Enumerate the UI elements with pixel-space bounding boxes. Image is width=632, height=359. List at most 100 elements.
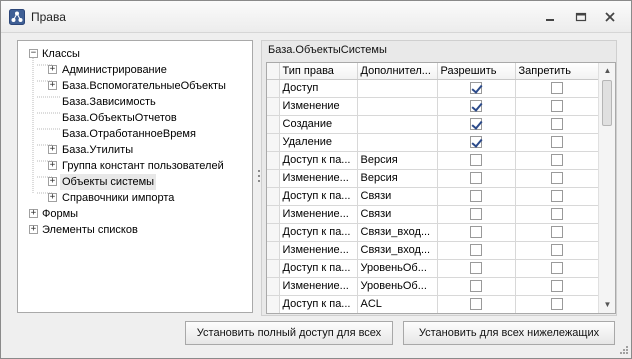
grid-row[interactable]: Изменение... УровеньОб... (267, 277, 600, 296)
deny-checkbox[interactable] (551, 136, 563, 149)
cell-right-type[interactable]: Изменение... (279, 169, 358, 188)
row-header[interactable] (267, 133, 280, 152)
grid-row[interactable]: Изменение... Связи (267, 205, 600, 224)
column-header-type[interactable]: Тип права (279, 63, 358, 80)
tree-node[interactable]: + Справочники импорта (18, 190, 252, 206)
row-header[interactable] (267, 115, 280, 134)
set-for-all-below-button[interactable]: Установить для всех нижележащих (403, 321, 615, 345)
row-header[interactable] (267, 259, 280, 278)
cell-right-type[interactable]: Изменение... (279, 277, 358, 296)
tree-node[interactable]: + Группа констант пользователей (18, 158, 252, 174)
tree-node[interactable]: + База.ВспомогательныеОбъекты (18, 78, 252, 94)
maximize-icon[interactable] (572, 8, 590, 26)
cell-right-type[interactable]: Создание (279, 115, 358, 134)
row-header[interactable] (267, 169, 280, 188)
grid-row[interactable]: Доступ к па... Версия (267, 151, 600, 170)
column-header-deny[interactable]: Запретить (515, 63, 600, 80)
cell-right-type[interactable]: Доступ к па... (279, 187, 358, 206)
cell-right-type[interactable]: Доступ к па... (279, 259, 358, 278)
cell-extra[interactable]: Версия (357, 169, 438, 188)
allow-checkbox[interactable] (470, 244, 482, 257)
grid-row[interactable]: Доступ к па... ACL (267, 295, 600, 313)
grid-row[interactable]: Изменение... Версия (267, 169, 600, 188)
deny-checkbox[interactable] (551, 82, 563, 95)
cell-extra[interactable] (357, 79, 438, 98)
cell-extra[interactable]: Версия (357, 151, 438, 170)
allow-checkbox[interactable] (470, 118, 482, 131)
column-header-extra[interactable]: Дополнител... (357, 63, 438, 80)
expand-icon[interactable]: + (48, 145, 57, 154)
expand-icon[interactable]: + (29, 209, 38, 218)
tree-node[interactable]: База.ОбъектыОтчетов (18, 110, 252, 126)
cell-extra[interactable] (357, 115, 438, 134)
allow-checkbox[interactable] (470, 172, 482, 185)
deny-checkbox[interactable] (551, 280, 563, 293)
row-header[interactable] (267, 223, 280, 242)
expand-icon[interactable]: + (48, 161, 57, 170)
cell-right-type[interactable]: Изменение... (279, 241, 358, 260)
tree-node[interactable]: + Формы (18, 206, 252, 222)
tree-node[interactable]: − Классы (18, 46, 252, 62)
rights-grid[interactable]: Тип права Дополнител... Разрешить Запрет… (266, 62, 616, 314)
tree-node[interactable]: База.Зависимость (18, 94, 252, 110)
deny-checkbox[interactable] (551, 118, 563, 131)
expand-icon[interactable]: + (48, 177, 57, 186)
cell-right-type[interactable]: Доступ (279, 79, 358, 98)
row-header[interactable] (267, 79, 280, 98)
allow-checkbox[interactable] (470, 82, 482, 95)
deny-checkbox[interactable] (551, 100, 563, 113)
cell-extra[interactable]: Связи_вход... (357, 241, 438, 260)
row-header[interactable] (267, 241, 280, 260)
set-full-access-button[interactable]: Установить полный доступ для всех (185, 321, 393, 345)
row-header[interactable] (267, 97, 280, 116)
cell-right-type[interactable]: Доступ к па... (279, 223, 358, 242)
row-header[interactable] (267, 151, 280, 170)
deny-checkbox[interactable] (551, 262, 563, 275)
expand-icon[interactable]: + (48, 65, 57, 74)
allow-checkbox[interactable] (470, 280, 482, 293)
scroll-down-icon[interactable]: ▼ (599, 297, 616, 313)
grid-row[interactable]: Создание (267, 115, 600, 134)
tree-node[interactable]: + Администрирование (18, 62, 252, 78)
cell-right-type[interactable]: Доступ к па... (279, 295, 358, 313)
cell-extra[interactable] (357, 97, 438, 116)
minimize-icon[interactable] (541, 8, 559, 26)
allow-checkbox[interactable] (470, 136, 482, 149)
allow-checkbox[interactable] (470, 208, 482, 221)
class-tree[interactable]: − Классы + Администрирование + База.Вспомогат… (17, 40, 253, 313)
grid-row[interactable]: Изменение... Связи_вход... (267, 241, 600, 260)
grid-row[interactable]: Удаление (267, 133, 600, 152)
cell-extra[interactable]: ACL (357, 295, 438, 313)
allow-checkbox[interactable] (470, 190, 482, 203)
tree-node[interactable]: + Элементы списков (18, 222, 252, 238)
deny-checkbox[interactable] (551, 190, 563, 203)
deny-checkbox[interactable] (551, 172, 563, 185)
grid-row[interactable]: Изменение (267, 97, 600, 116)
cell-right-type[interactable]: Изменение... (279, 205, 358, 224)
cell-extra[interactable]: Связи (357, 187, 438, 206)
cell-extra[interactable]: Связи (357, 205, 438, 224)
tree-node[interactable]: + База.Утилиты (18, 142, 252, 158)
deny-checkbox[interactable] (551, 244, 563, 257)
resize-grip-icon[interactable] (619, 345, 629, 355)
cell-right-type[interactable]: Изменение (279, 97, 358, 116)
row-header[interactable] (267, 295, 280, 313)
deny-checkbox[interactable] (551, 226, 563, 239)
cell-right-type[interactable]: Удаление (279, 133, 358, 152)
cell-right-type[interactable]: Доступ к па... (279, 151, 358, 170)
deny-checkbox[interactable] (551, 154, 563, 167)
cell-extra[interactable] (357, 133, 438, 152)
row-header[interactable] (267, 205, 280, 224)
allow-checkbox[interactable] (470, 100, 482, 113)
grid-vertical-scrollbar[interactable]: ▲ ▼ (598, 63, 615, 313)
tree-node[interactable]: + Объекты системы (18, 174, 252, 190)
row-header[interactable] (267, 277, 280, 296)
cell-extra[interactable]: Связи_вход... (357, 223, 438, 242)
grid-row[interactable]: Доступ к па... Связи_вход... (267, 223, 600, 242)
scroll-thumb[interactable] (602, 80, 612, 126)
column-header-allow[interactable]: Разрешить (437, 63, 516, 80)
allow-checkbox[interactable] (470, 154, 482, 167)
close-icon[interactable] (601, 8, 619, 26)
grid-row[interactable]: Доступ к па... УровеньОб... (267, 259, 600, 278)
expand-icon[interactable]: + (29, 225, 38, 234)
